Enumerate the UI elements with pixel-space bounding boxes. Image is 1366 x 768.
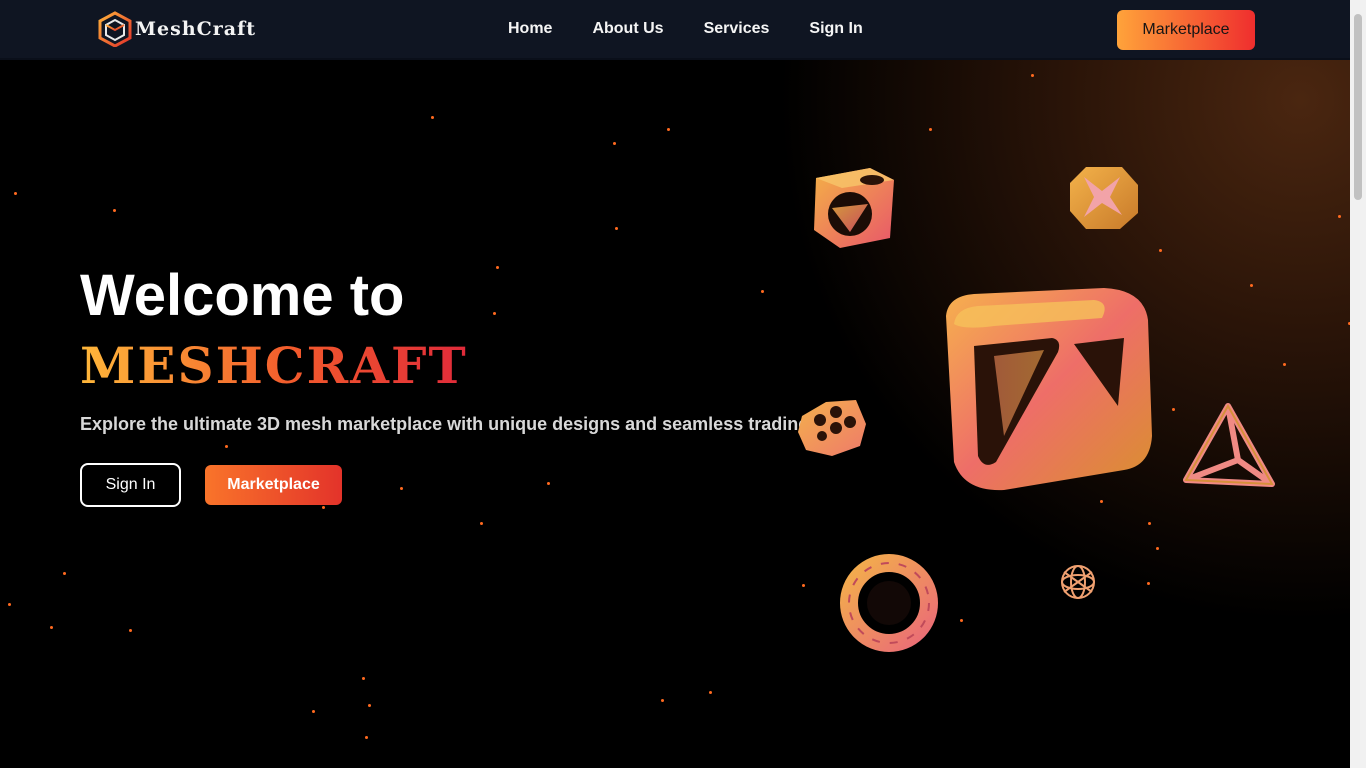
particle-dot — [1156, 547, 1159, 550]
particle-dot — [368, 704, 371, 707]
particle-dot — [929, 128, 932, 131]
twisted-torus-shape — [840, 554, 938, 652]
nav-links: Home About Us Services Sign In — [508, 20, 863, 38]
top-navbar: MeshCraft Home About Us Services Sign In… — [0, 0, 1350, 60]
particle-dot — [365, 736, 368, 739]
nav-link-sign-in[interactable]: Sign In — [809, 20, 862, 38]
hero-marketplace-button[interactable]: Marketplace — [205, 465, 342, 505]
particle-dot — [1100, 500, 1103, 503]
hero-heading: Welcome to — [80, 263, 405, 328]
particle-dot — [960, 619, 963, 622]
particle-dot — [129, 629, 132, 632]
particle-dot — [1159, 249, 1162, 252]
cube-logo-icon — [98, 11, 132, 47]
particle-dot — [496, 266, 499, 269]
particle-dot — [613, 142, 616, 145]
particle-dot — [802, 584, 805, 587]
particle-dot — [1031, 74, 1034, 77]
particle-dot — [1148, 522, 1151, 525]
particle-dot — [362, 677, 365, 680]
particle-dot — [1283, 363, 1286, 366]
nav-marketplace-button[interactable]: Marketplace — [1117, 10, 1255, 50]
lattice-sphere-shape — [1061, 565, 1095, 599]
particle-dot — [400, 487, 403, 490]
nav-link-home[interactable]: Home — [508, 20, 552, 38]
particle-dot — [761, 290, 764, 293]
hero-section: Welcome to MESHCRAFT Explore the ultimat… — [0, 60, 1350, 768]
brand-name: MeshCraft — [135, 18, 257, 40]
small-hollow-cube-shape — [814, 168, 894, 248]
particle-dot — [322, 506, 325, 509]
particle-dot — [661, 699, 664, 702]
particle-dot — [63, 572, 66, 575]
particle-dot — [431, 116, 434, 119]
star-cube-shape — [1070, 167, 1138, 229]
wireframe-pyramid-shape — [1183, 403, 1275, 487]
particle-dot — [1172, 408, 1175, 411]
hero-sign-in-button[interactable]: Sign In — [80, 463, 181, 507]
particle-dot — [8, 603, 11, 606]
particle-dot — [667, 128, 670, 131]
particle-dot — [615, 227, 618, 230]
nav-link-about-us[interactable]: About Us — [592, 20, 663, 38]
honeycomb-shape — [798, 400, 866, 456]
particle-dot — [50, 626, 53, 629]
hero-subtitle: Explore the ultimate 3D mesh marketplace… — [80, 414, 815, 434]
particle-dot — [312, 710, 315, 713]
particle-dot — [225, 445, 228, 448]
particle-dot — [709, 691, 712, 694]
page-scrollbar[interactable] — [1350, 0, 1366, 768]
particle-dot — [1250, 284, 1253, 287]
scrollbar-thumb[interactable] — [1354, 14, 1362, 200]
hero-brand-title: MESHCRAFT — [80, 336, 468, 395]
particle-dot — [493, 312, 496, 315]
particle-dot — [480, 522, 483, 525]
nav-link-services[interactable]: Services — [704, 20, 770, 38]
particle-dot — [1147, 582, 1150, 585]
large-hollow-cube-shape — [946, 288, 1152, 491]
particle-dot — [1338, 215, 1341, 218]
particle-dot — [547, 482, 550, 485]
particle-dot — [14, 192, 17, 195]
brand-logo[interactable]: MeshCraft — [98, 11, 256, 47]
particle-dot — [113, 209, 116, 212]
